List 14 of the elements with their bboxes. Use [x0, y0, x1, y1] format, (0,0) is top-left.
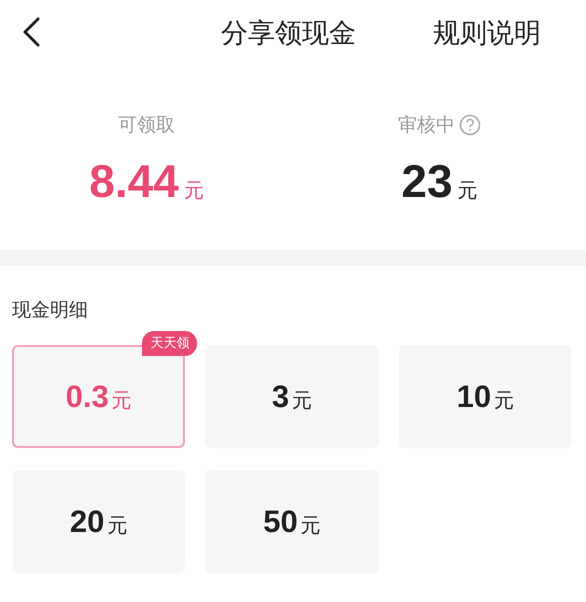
unit-label: 元	[184, 177, 204, 204]
amount-option[interactable]: 20 元	[12, 470, 186, 572]
rules-link[interactable]: 规则说明	[433, 14, 541, 54]
amount-option[interactable]: 10 元	[398, 344, 572, 448]
amount-option[interactable]: 3 元	[205, 344, 379, 448]
section-title: 现金明细	[12, 298, 88, 323]
amount-option[interactable]: 50 元	[205, 470, 379, 572]
stat-amount: 23	[401, 158, 453, 204]
page-title: 分享领现金	[221, 17, 356, 51]
unit-label: 元	[458, 177, 478, 204]
stat-label: 审核中	[398, 112, 455, 138]
stat-label: 可领取	[118, 112, 175, 138]
stat-amount: 8.44	[89, 158, 179, 204]
daily-badge: 天天领	[142, 330, 198, 356]
